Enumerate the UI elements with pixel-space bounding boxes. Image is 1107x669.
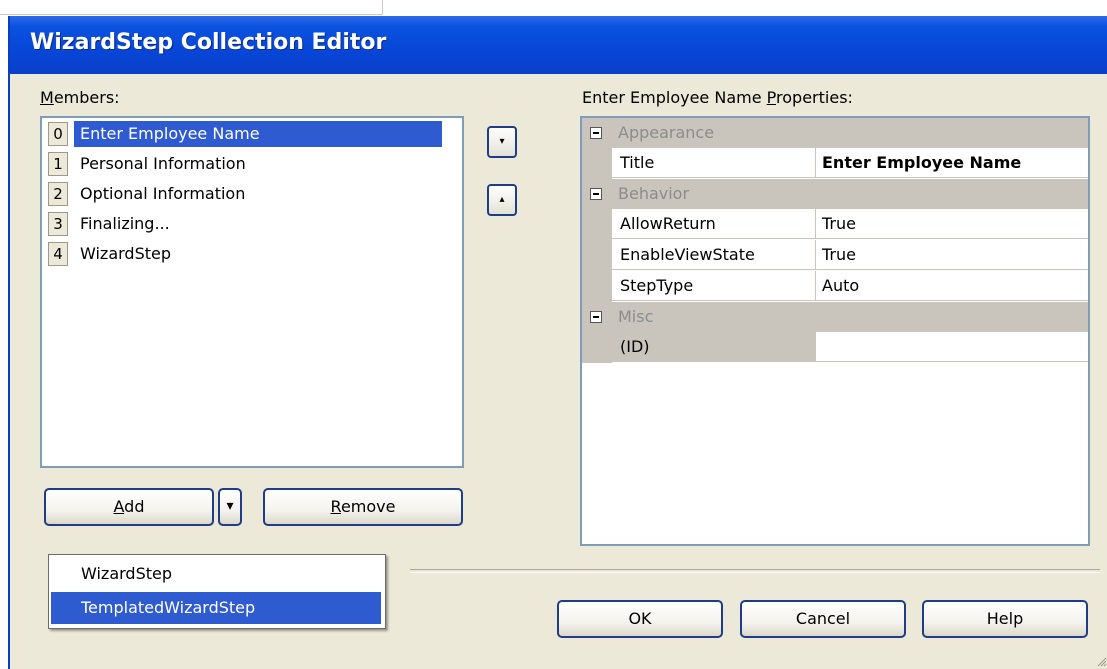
property-name: AllowReturn [612, 209, 816, 239]
property-row-enableviewstate[interactable]: EnableViewState True [582, 240, 1088, 271]
move-up-button[interactable]: ▾ [487, 126, 517, 158]
minus-box-icon[interactable] [590, 188, 602, 200]
member-name: Finalizing... [80, 214, 170, 233]
background-strip [0, 0, 1107, 16]
resize-grip-icon[interactable] [1097, 657, 1107, 667]
menu-item-templatedwizardstep[interactable]: TemplatedWizardStep [51, 592, 381, 624]
ok-button[interactable]: OK [557, 600, 723, 638]
category-misc[interactable]: Misc [582, 302, 1088, 332]
move-down-button[interactable]: ▴ [487, 184, 517, 216]
dialog-window: WizardStep Collection Editor Members: 0 … [8, 16, 1107, 669]
property-value[interactable]: Enter Employee Name [816, 148, 1088, 178]
minus-box-icon[interactable] [590, 311, 602, 323]
window-title: WizardStep Collection Editor [30, 30, 387, 55]
list-item-1[interactable]: 1 Personal Information [48, 151, 460, 177]
remove-button[interactable]: Remove [263, 488, 463, 526]
title-bar[interactable]: WizardStep Collection Editor [10, 16, 1107, 74]
property-value[interactable]: True [816, 240, 1088, 270]
arrow-up-icon: ▾ [499, 136, 505, 147]
property-row-title[interactable]: Title Enter Employee Name [582, 148, 1088, 179]
property-value[interactable] [816, 332, 1088, 362]
chevron-down-icon: ▾ [226, 498, 234, 514]
properties-label: Enter Employee Name Properties: [582, 88, 853, 107]
list-item-4[interactable]: 4 WizardStep [48, 241, 460, 267]
property-row-steptype[interactable]: StepType Auto [582, 271, 1088, 302]
member-index: 1 [48, 152, 68, 176]
property-name: Title [612, 148, 816, 178]
member-index: 4 [48, 242, 68, 266]
member-name: Optional Information [80, 184, 246, 203]
list-item-2[interactable]: 2 Optional Information [48, 181, 460, 207]
category-appearance[interactable]: Appearance [582, 118, 1088, 148]
property-name: StepType [612, 271, 816, 301]
property-name: EnableViewState [612, 240, 816, 270]
property-value[interactable]: Auto [816, 271, 1088, 301]
help-button[interactable]: Help [922, 600, 1088, 638]
list-item-0[interactable]: 0 Enter Employee Name [48, 121, 460, 147]
add-button[interactable]: Add [44, 488, 214, 526]
property-row-allowreturn[interactable]: AllowReturn True [582, 209, 1088, 240]
menu-item-wizardstep[interactable]: WizardStep [51, 558, 381, 590]
add-type-menu[interactable]: WizardStep TemplatedWizardStep [48, 554, 386, 629]
background-cell [0, 0, 383, 15]
member-name: Personal Information [80, 154, 246, 173]
arrow-down-icon: ▴ [499, 194, 505, 205]
property-name: (ID) [612, 332, 816, 362]
divider [410, 569, 1100, 573]
member-name: WizardStep [80, 244, 171, 263]
list-item-3[interactable]: 3 Finalizing... [48, 211, 460, 237]
property-row-id[interactable]: (ID) [582, 332, 1088, 363]
member-index: 2 [48, 182, 68, 206]
category-behavior[interactable]: Behavior [582, 179, 1088, 209]
member-index: 0 [48, 122, 68, 146]
member-index: 3 [48, 212, 68, 236]
cancel-button[interactable]: Cancel [740, 600, 906, 638]
members-label: Members: [40, 88, 120, 107]
property-grid[interactable]: Appearance Title Enter Employee Name Beh… [580, 116, 1090, 546]
property-value[interactable]: True [816, 209, 1088, 239]
member-name: Enter Employee Name [74, 121, 442, 147]
members-list[interactable]: 0 Enter Employee Name 1 Personal Informa… [40, 116, 464, 468]
minus-box-icon[interactable] [590, 127, 602, 139]
add-dropdown-button[interactable]: ▾ [218, 488, 242, 526]
